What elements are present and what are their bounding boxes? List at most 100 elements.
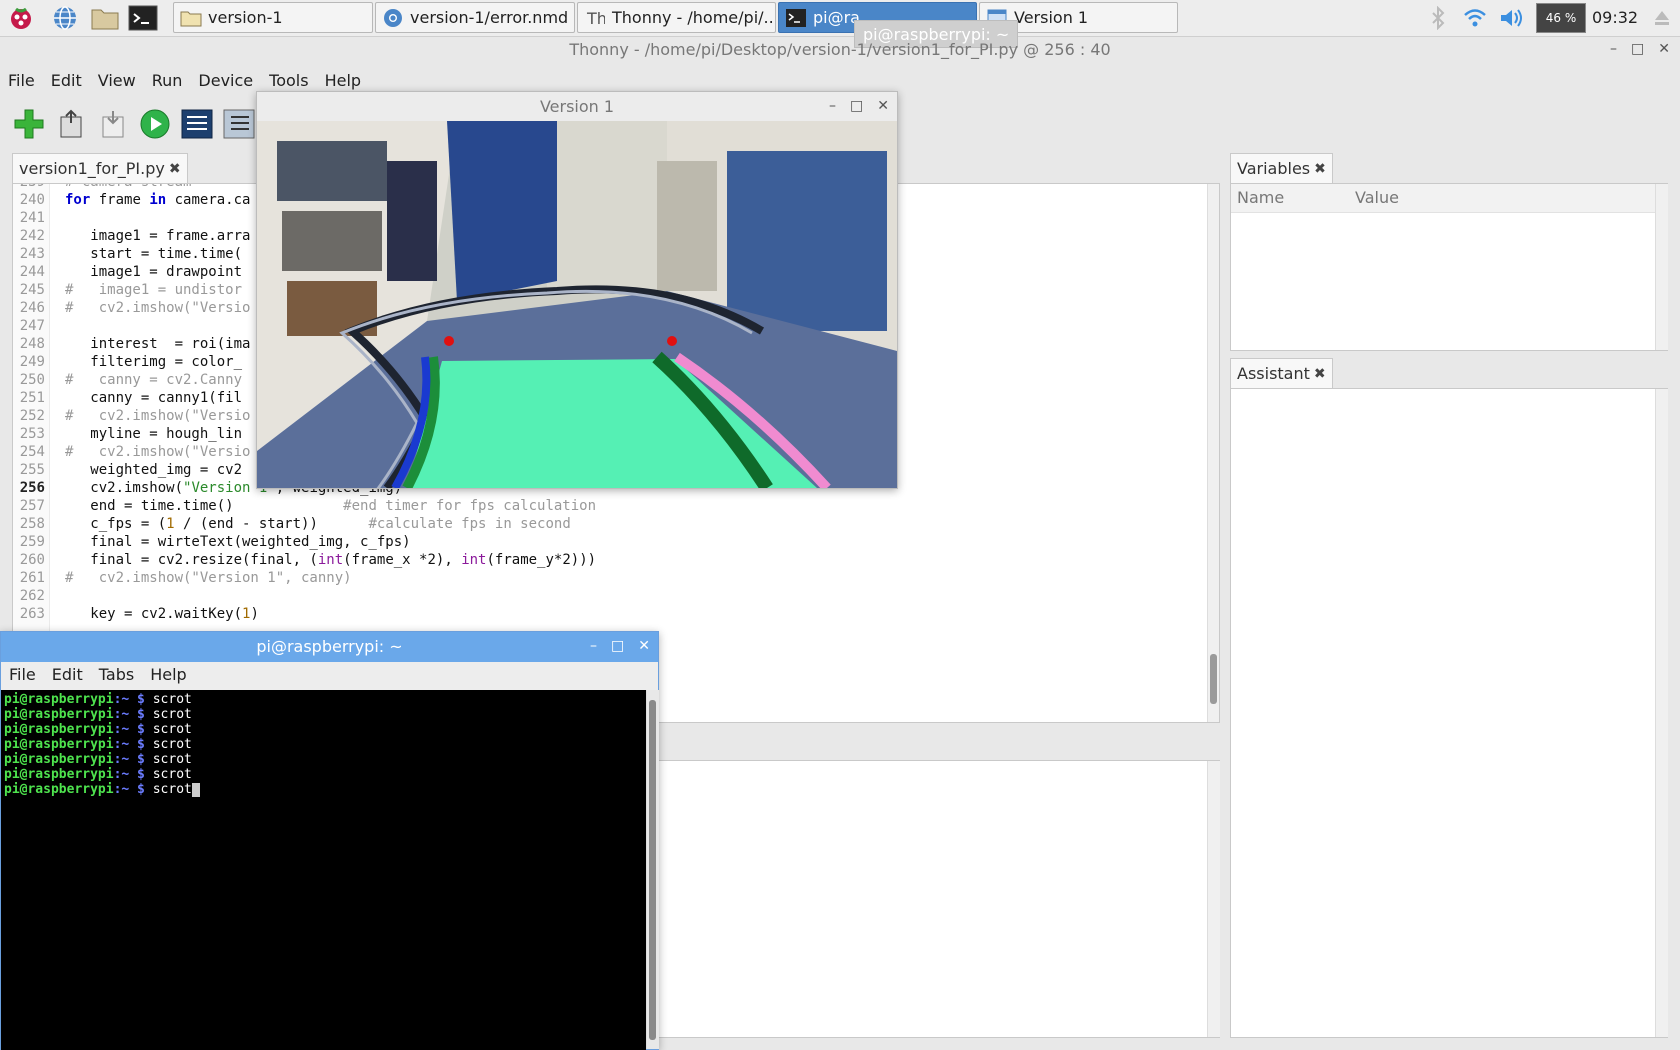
terminal-menu-edit[interactable]: Edit xyxy=(44,662,91,690)
close-tab-icon[interactable]: ✖ xyxy=(169,161,181,177)
prompt-user: pi@raspberrypi xyxy=(4,707,114,722)
minimize-icon[interactable]: – xyxy=(1610,41,1617,57)
eject-icon[interactable] xyxy=(1647,3,1677,33)
new-file-button[interactable] xyxy=(12,107,46,141)
terminal-window-controls: – □ ✕ xyxy=(590,638,650,654)
code-line[interactable]: canny = canny1(fil xyxy=(65,390,242,406)
terminal-menu-help[interactable]: Help xyxy=(142,662,194,690)
terminal-icon xyxy=(785,7,807,29)
terminal-menubar: File Edit Tabs Help xyxy=(1,662,658,690)
code-line[interactable]: final = cv2.resize(final, (int(frame_x *… xyxy=(65,552,596,568)
code-line[interactable]: key = cv2.waitKey(1) xyxy=(65,606,259,622)
terminal-menu-tabs[interactable]: Tabs xyxy=(91,662,142,690)
close-icon[interactable]: ✕ xyxy=(638,638,650,654)
terminal-command: scrot xyxy=(152,782,192,797)
shell-scrollbar[interactable] xyxy=(1207,761,1220,1037)
code-line[interactable]: start = time.time( xyxy=(65,246,242,262)
shell-panel[interactable] xyxy=(656,760,1220,1038)
taskbar-item-file-manager[interactable]: version-1 xyxy=(173,2,373,33)
code-line[interactable]: # cv2.imshow("Versio xyxy=(65,408,250,424)
terminal-output[interactable]: pi@raspberrypi:~ $ scrot pi@raspberrypi:~… xyxy=(1,690,646,1050)
menu-run[interactable]: Run xyxy=(144,68,191,94)
wifi-icon[interactable] xyxy=(1460,3,1490,33)
save-icon xyxy=(102,111,124,138)
save-file-button[interactable] xyxy=(96,107,130,141)
code-line[interactable]: image1 = drawpoint xyxy=(65,264,242,280)
clock[interactable]: 09:32 xyxy=(1592,0,1638,36)
browser-globe-icon[interactable] xyxy=(50,3,80,33)
open-icon xyxy=(60,109,82,138)
maximize-icon[interactable]: □ xyxy=(850,98,863,114)
thonny-toolbar xyxy=(12,104,256,144)
variables-scrollbar[interactable] xyxy=(1655,184,1668,350)
thonny-window-controls: – □ ✕ xyxy=(1610,41,1670,57)
terminal-launcher-icon[interactable] xyxy=(128,3,158,33)
terminal-window[interactable]: pi@raspberrypi: ~ – □ ✕ File Edit Tabs H… xyxy=(0,631,659,1050)
close-icon[interactable]: ✕ xyxy=(1658,41,1670,57)
code-line[interactable]: end = time.time() #end timer for fps cal… xyxy=(65,498,596,514)
debug-button[interactable] xyxy=(180,107,214,141)
terminal-cursor xyxy=(191,782,200,797)
code-line[interactable]: # image1 = undistor xyxy=(65,282,242,298)
terminal-line: pi@raspberrypi:~ $ scrot xyxy=(4,692,192,707)
code-line[interactable]: # cv2.imshow("Version 1", canny) xyxy=(65,570,352,586)
code-line[interactable]: final = wirteText(weighted_img, c_fps) xyxy=(65,534,410,550)
close-icon[interactable]: ✕ xyxy=(877,98,889,114)
taskbar-item-label: Version 1 xyxy=(1014,8,1089,27)
close-tab-icon[interactable]: ✖ xyxy=(1314,366,1326,382)
code-line[interactable]: myline = hough_lin xyxy=(65,426,242,442)
close-tab-icon[interactable]: ✖ xyxy=(1314,161,1326,177)
code-line[interactable]: filterimg = color_ xyxy=(65,354,242,370)
code-line[interactable]: # cv2.imshow("Versio xyxy=(65,444,250,460)
column-header-name[interactable]: Name xyxy=(1237,188,1284,207)
terminal-command: scrot xyxy=(152,722,192,737)
camera-window[interactable]: Version 1 – □ ✕ xyxy=(256,91,898,489)
terminal-menu-file[interactable]: File xyxy=(1,662,44,690)
tab-editor-file[interactable]: version1_for_PI.py ✖ xyxy=(12,153,188,183)
taskbar-item-thonny[interactable]: Th Thonny - /home/pi/... xyxy=(577,2,776,33)
assistant-scrollbar[interactable] xyxy=(1655,389,1668,1037)
tab-assistant[interactable]: Assistant ✖ xyxy=(1230,358,1333,388)
code-line[interactable]: c_fps = (1 / (end - start)) #calculate f… xyxy=(65,516,570,532)
file-manager-icon[interactable] xyxy=(90,3,120,33)
code-line[interactable]: # canny = cv2.Canny xyxy=(65,372,242,388)
terminal-command: scrot xyxy=(152,737,192,752)
menu-file[interactable]: File xyxy=(0,68,43,94)
assistant-panel[interactable] xyxy=(1230,388,1668,1038)
terminal-line: pi@raspberrypi:~ $ scrot xyxy=(4,782,200,797)
code-line[interactable]: # camera stream xyxy=(65,184,191,190)
column-header-value[interactable]: Value xyxy=(1355,188,1399,207)
minimize-icon[interactable]: – xyxy=(829,98,836,114)
menu-edit[interactable]: Edit xyxy=(43,68,90,94)
cpu-monitor[interactable]: 46 % xyxy=(1536,3,1586,33)
cpu-usage-value: 46 % xyxy=(1545,11,1577,25)
code-line[interactable]: weighted_img = cv2 xyxy=(65,462,242,478)
code-line[interactable]: image1 = frame.arra xyxy=(65,228,250,244)
raspberry-menu-icon[interactable] xyxy=(6,3,36,33)
maximize-icon[interactable]: □ xyxy=(1631,41,1644,57)
code-line[interactable]: for frame in camera.ca xyxy=(65,192,250,208)
minimize-icon[interactable]: – xyxy=(590,638,597,654)
run-button[interactable] xyxy=(138,107,172,141)
volume-icon[interactable] xyxy=(1497,3,1527,33)
variables-panel[interactable]: Name Value xyxy=(1230,183,1668,351)
editor-scroll-thumb[interactable] xyxy=(1210,654,1217,704)
tab-variables[interactable]: Variables ✖ xyxy=(1230,153,1333,183)
terminal-scroll-thumb[interactable] xyxy=(649,700,656,1040)
terminal-scrollbar[interactable] xyxy=(646,690,659,1049)
code-line[interactable]: # cv2.imshow("Versio xyxy=(65,300,250,316)
menu-device[interactable]: Device xyxy=(190,68,261,94)
editor-scrollbar[interactable] xyxy=(1207,184,1219,722)
prompt-user: pi@raspberrypi xyxy=(4,692,114,707)
bluetooth-icon[interactable] xyxy=(1423,3,1453,33)
terminal-line: pi@raspberrypi:~ $ scrot xyxy=(4,722,192,737)
taskbar-item-label: version-1/error.nmd a... xyxy=(410,8,574,27)
step-over-button[interactable] xyxy=(222,107,256,141)
menu-view[interactable]: View xyxy=(90,68,144,94)
taskbar-item-chromium[interactable]: version-1/error.nmd a... xyxy=(375,2,575,33)
prompt-user: pi@raspberrypi xyxy=(4,782,114,797)
maximize-icon[interactable]: □ xyxy=(611,638,624,654)
code-line[interactable]: interest = roi(ima xyxy=(65,336,250,352)
open-file-button[interactable] xyxy=(54,107,88,141)
terminal-line: pi@raspberrypi:~ $ scrot xyxy=(4,737,192,752)
